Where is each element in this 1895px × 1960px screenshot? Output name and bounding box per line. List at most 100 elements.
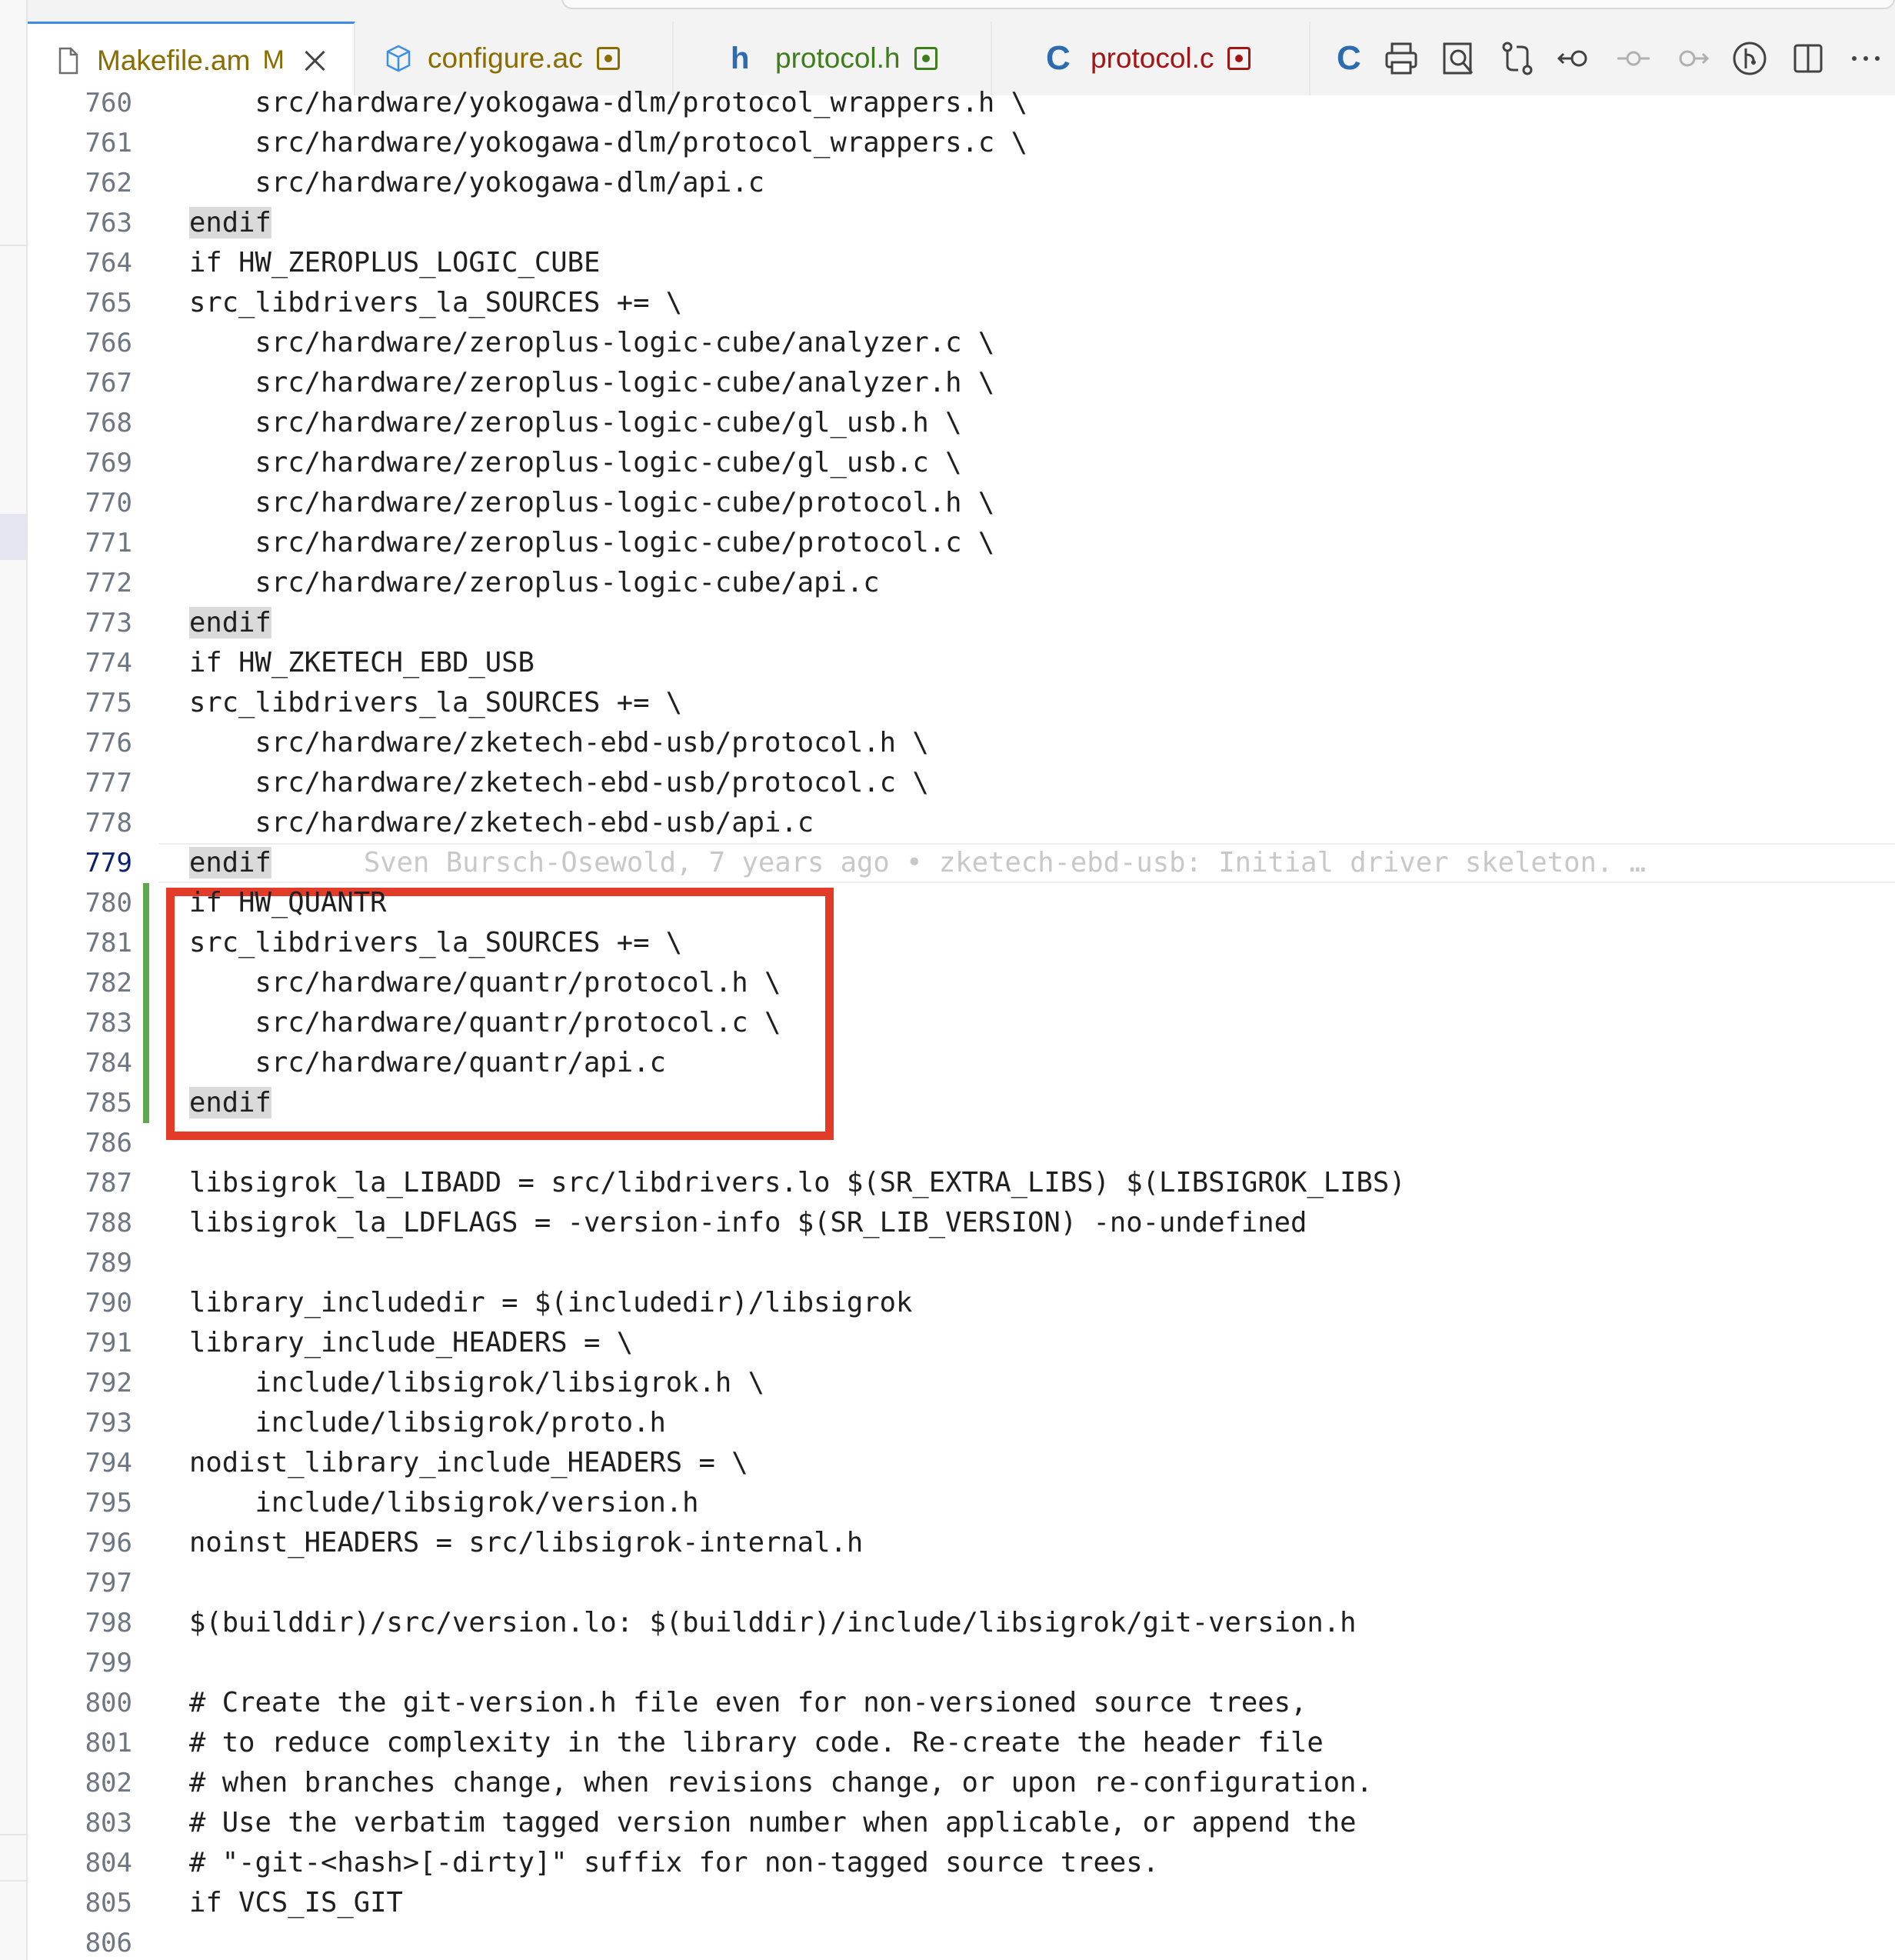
code-line[interactable]: 774 if HW_ZKETECH_EBD_USB [28, 643, 1895, 683]
open-preview-icon[interactable] [1430, 29, 1488, 88]
line-number: 783 [85, 1008, 132, 1038]
code-line[interactable]: 802 # when branches change, when revision… [28, 1763, 1895, 1803]
line-number: 793 [85, 1408, 132, 1438]
code-line[interactable]: 771 src/hardware/zeroplus-logic-cube/pro… [28, 523, 1895, 563]
more-actions-icon[interactable] [1837, 29, 1895, 88]
line-number: 771 [85, 528, 132, 558]
code-line[interactable]: 777 src/hardware/zketech-ebd-usb/protoco… [28, 763, 1895, 803]
code-line[interactable]: 761 src/hardware/yokogawa-dlm/protocol_w… [28, 123, 1895, 163]
line-number: 787 [85, 1168, 132, 1198]
code-line[interactable]: 773 endif [28, 603, 1895, 643]
code-line[interactable]: 804 # "-git-<hash>[-dirty]" suffix for no… [28, 1843, 1895, 1883]
code-line[interactable]: 763 endif [28, 203, 1895, 243]
code-line[interactable]: 788 libsigrok_la_LDFLAGS = -version-info … [28, 1203, 1895, 1243]
close-icon[interactable] [301, 48, 328, 74]
code-line[interactable]: 797 [28, 1563, 1895, 1603]
code-line[interactable]: 769 src/hardware/zeroplus-logic-cube/gl_… [28, 443, 1895, 483]
line-number: 780 [85, 888, 132, 918]
code-line[interactable]: 768 src/hardware/zeroplus-logic-cube/gl_… [28, 403, 1895, 443]
line-number: 764 [85, 248, 132, 278]
editor-window: Makefile.am M configure.ac h protocol.h … [0, 0, 1895, 1960]
code-line[interactable]: 770 src/hardware/zeroplus-logic-cube/pro… [28, 483, 1895, 523]
code-text: endif [189, 603, 271, 643]
code-line[interactable]: 800 # Create the git-version.h file even … [28, 1683, 1895, 1723]
code-line[interactable]: 801 # to reduce complexity in the library… [28, 1723, 1895, 1763]
line-number: 786 [85, 1128, 132, 1158]
print-icon[interactable] [1372, 29, 1430, 88]
code-line[interactable]: 779 endif Sven Bursch-Osewold, 7 years ago… [28, 843, 1895, 883]
code-line[interactable]: 760 src/hardware/yokogawa-dlm/protocol_w… [28, 83, 1895, 123]
code-line[interactable]: 796 noinst_HEADERS = src/libsigrok-intern… [28, 1523, 1895, 1563]
compare-changes-icon[interactable] [1488, 29, 1547, 88]
code-text: if HW_ZKETECH_EBD_USB [189, 647, 535, 678]
code-line[interactable]: 764 if HW_ZEROPLUS_LOGIC_CUBE [28, 243, 1895, 283]
line-number: 763 [85, 208, 132, 238]
line-number: 776 [85, 728, 132, 758]
code-text: src/hardware/yokogawa-dlm/protocol_wrapp… [189, 87, 1028, 118]
code-line[interactable]: 803 # Use the verbatim tagged version num… [28, 1803, 1895, 1843]
code-text: library_include_HEADERS = \ [189, 1327, 634, 1358]
code-text: if HW_ZEROPLUS_LOGIC_CUBE [189, 247, 601, 278]
previous-change-icon[interactable] [1546, 29, 1604, 88]
split-editor-icon[interactable] [1779, 29, 1837, 88]
line-number: 772 [85, 568, 132, 598]
code-line[interactable]: 799 [28, 1643, 1895, 1683]
code-line[interactable]: 790 library_includedir = $(includedir)/li… [28, 1283, 1895, 1323]
code-line[interactable]: 792 include/libsigrok/libsigrok.h \ [28, 1363, 1895, 1403]
code-text: src/hardware/zketech-ebd-usb/api.c [189, 807, 814, 838]
code-line[interactable]: 791 library_include_HEADERS = \ [28, 1323, 1895, 1363]
code-text: src/hardware/quantr/protocol.h \ [189, 967, 781, 998]
command-center[interactable] [561, 0, 1895, 9]
code-text: src_libdrivers_la_SOURCES += \ [189, 287, 683, 318]
endif-keyword: endif [189, 207, 271, 238]
line-number: 798 [85, 1608, 132, 1638]
tab-label: configure.ac [428, 42, 583, 74]
code-line[interactable]: 765 src_libdrivers_la_SOURCES += \ [28, 283, 1895, 323]
code-text: # "-git-<hash>[-dirty]" suffix for non-t… [189, 1847, 1159, 1878]
code-text: src/hardware/zeroplus-logic-cube/api.c [189, 567, 880, 598]
code-line[interactable]: 784 src/hardware/quantr/api.c [28, 1043, 1895, 1083]
code-line[interactable]: 806 [28, 1923, 1895, 1960]
code-line[interactable]: 775 src_libdrivers_la_SOURCES += \ [28, 683, 1895, 723]
code-line[interactable]: 795 include/libsigrok/version.h [28, 1483, 1895, 1523]
code-line[interactable]: 781 src_libdrivers_la_SOURCES += \ [28, 923, 1895, 963]
code-text: src/hardware/zeroplus-logic-cube/protoco… [189, 487, 995, 518]
code-line[interactable]: 798 $(builddir)/src/version.lo: $(builddi… [28, 1603, 1895, 1643]
code-line[interactable]: 794 nodist_library_include_HEADERS = \ [28, 1443, 1895, 1483]
code-line[interactable]: 776 src/hardware/zketech-ebd-usb/protoco… [28, 723, 1895, 763]
line-number: 760 [85, 88, 132, 118]
code-text: src/hardware/yokogawa-dlm/api.c [189, 167, 765, 198]
code-text: nodist_library_include_HEADERS = \ [189, 1447, 748, 1478]
code-line[interactable]: 783 src/hardware/quantr/protocol.c \ [28, 1003, 1895, 1043]
code-text: src/hardware/quantr/api.c [189, 1047, 666, 1078]
line-number: 779 [85, 848, 132, 878]
code-line[interactable]: 787 libsigrok_la_LIBADD = src/libdrivers.… [28, 1163, 1895, 1203]
code-line[interactable]: 772 src/hardware/zeroplus-logic-cube/api… [28, 563, 1895, 603]
c-file-icon-partial[interactable]: C [1337, 29, 1372, 88]
title-area [0, 0, 1895, 22]
line-number: 802 [85, 1768, 132, 1798]
code-line[interactable]: 762 src/hardware/yokogawa-dlm/api.c [28, 163, 1895, 203]
c-file-icon: C [1046, 39, 1071, 77]
code-line[interactable]: 793 include/libsigrok/proto.h [28, 1403, 1895, 1443]
line-number: 770 [85, 488, 132, 518]
code-line[interactable]: 782 src/hardware/quantr/protocol.h \ [28, 963, 1895, 1003]
tab-label: Makefile.am [97, 44, 251, 76]
code-line[interactable]: 778 src/hardware/zketech-ebd-usb/api.c [28, 803, 1895, 843]
code-editor[interactable]: 760 src/hardware/yokogawa-dlm/protocol_w… [28, 87, 1895, 1960]
code-text: # to reduce complexity in the library co… [189, 1727, 1324, 1758]
line-number: 788 [85, 1208, 132, 1238]
code-line[interactable]: 785 endif [28, 1083, 1895, 1123]
code-line[interactable]: 766 src/hardware/zeroplus-logic-cube/ana… [28, 323, 1895, 363]
code-line[interactable]: 786 [28, 1123, 1895, 1163]
endif-keyword: endif [189, 847, 271, 878]
line-number: 799 [85, 1648, 132, 1678]
line-number: 804 [85, 1848, 132, 1878]
code-line[interactable]: 789 [28, 1243, 1895, 1283]
git-graph-icon[interactable] [1720, 29, 1779, 88]
code-line[interactable]: 780 if HW_QUANTR [28, 883, 1895, 923]
next-change-icon[interactable] [1663, 29, 1721, 88]
code-line[interactable]: 767 src/hardware/zeroplus-logic-cube/ana… [28, 363, 1895, 403]
code-line[interactable]: 805 if VCS_IS_GIT [28, 1883, 1895, 1923]
timeline-dot-icon[interactable] [1604, 29, 1663, 88]
